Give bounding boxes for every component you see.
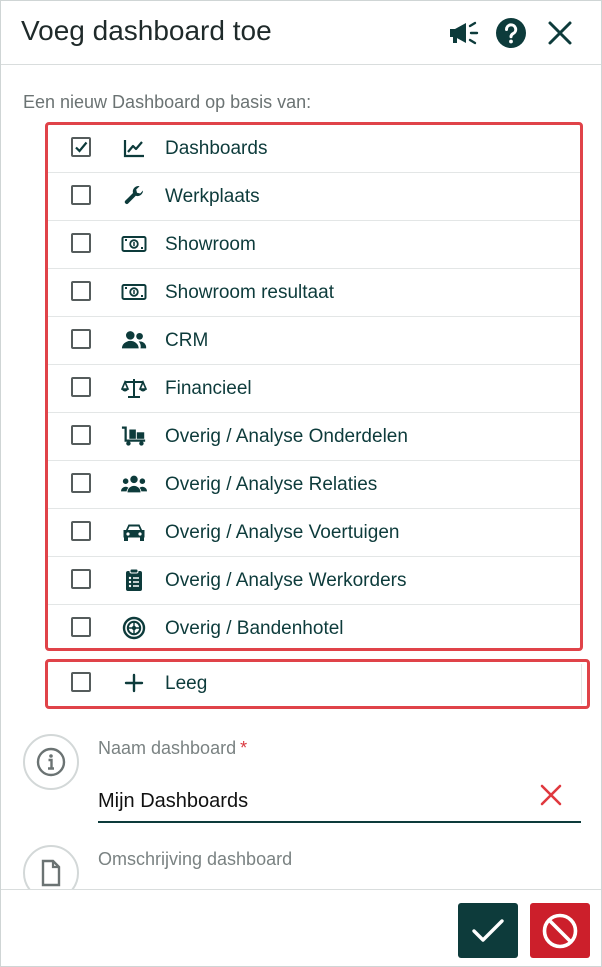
divider — [581, 664, 582, 704]
template-label: Overig / Analyse Relaties — [165, 474, 378, 495]
name-label-text: Naam dashboard — [98, 738, 237, 758]
confirm-button[interactable] — [458, 903, 518, 958]
template-label: Overig / Analyse Werkorders — [165, 570, 407, 591]
template-item-showroom[interactable]: Showroom — [48, 221, 580, 269]
template-item-leeg[interactable]: Leeg — [48, 662, 583, 706]
ban-icon — [542, 913, 578, 948]
template-item-dashboards[interactable]: Dashboards — [48, 125, 580, 173]
dialog-header: Voeg dashboard toe — [1, 1, 601, 65]
template-label: CRM — [165, 330, 209, 351]
dialog-footer — [1, 889, 601, 966]
intro-text: Een nieuw Dashboard op basis van: — [23, 92, 312, 112]
info-circle-icon — [23, 734, 79, 790]
empty-option-box: Leeg — [45, 659, 590, 709]
template-item-analyse-relaties[interactable]: Overig / Analyse Relaties — [48, 461, 580, 509]
template-list: Dashboards Werkplaats Showroom Showroom … — [45, 122, 583, 651]
checkbox[interactable] — [71, 672, 91, 692]
file-icon — [23, 845, 79, 889]
description-field-label: Omschrijving dashboard — [98, 849, 293, 869]
clipboard-list-icon — [121, 568, 147, 592]
checkmark-icon — [472, 918, 504, 942]
checkbox-checked[interactable] — [71, 137, 91, 157]
template-label: Financieel — [165, 378, 252, 399]
line-chart-icon — [121, 136, 147, 160]
name-field-label: Naam dashboard * — [98, 738, 247, 759]
users-icon — [121, 328, 147, 352]
template-item-werkplaats[interactable]: Werkplaats — [48, 173, 580, 221]
template-item-analyse-onderdelen[interactable]: Overig / Analyse Onderdelen — [48, 413, 580, 461]
checkbox[interactable] — [71, 377, 91, 397]
template-item-financieel[interactable]: Financieel — [48, 365, 580, 413]
template-label: Showroom resultaat — [165, 282, 334, 303]
dialog-title: Voeg dashboard toe — [21, 15, 272, 46]
dialog-content: Een nieuw Dashboard op basis van: Dashbo… — [1, 65, 601, 889]
user-group-icon — [121, 472, 147, 496]
car-icon — [121, 520, 147, 544]
checkbox[interactable] — [71, 185, 91, 205]
template-label: Dashboards — [165, 138, 268, 159]
wrench-icon — [121, 184, 147, 208]
balance-scale-icon — [121, 376, 147, 400]
tire-icon — [121, 616, 147, 640]
checkbox[interactable] — [71, 233, 91, 253]
checkbox[interactable] — [71, 473, 91, 493]
checkbox[interactable] — [71, 425, 91, 445]
close-icon[interactable] — [544, 17, 576, 49]
checkbox[interactable] — [71, 329, 91, 349]
checkbox[interactable] — [71, 569, 91, 589]
checkbox[interactable] — [71, 521, 91, 541]
template-label: Overig / Analyse Voertuigen — [165, 522, 400, 543]
template-label: Showroom — [165, 234, 256, 255]
template-item-analyse-voertuigen[interactable]: Overig / Analyse Voertuigen — [48, 509, 580, 557]
template-item-crm[interactable]: CRM — [48, 317, 580, 365]
help-icon[interactable] — [495, 17, 527, 49]
template-label: Leeg — [165, 673, 208, 694]
checkbox[interactable] — [71, 617, 91, 637]
plus-icon — [121, 671, 147, 695]
money-bill-icon — [121, 232, 147, 256]
megaphone-icon[interactable] — [447, 17, 479, 49]
template-label: Overig / Bandenhotel — [165, 618, 344, 639]
clear-x-icon[interactable] — [536, 781, 566, 809]
cancel-button[interactable] — [530, 903, 590, 958]
add-dashboard-dialog: Voeg dashboard toe Een nieuw Dashboard o… — [0, 0, 602, 967]
money-bill-icon — [121, 280, 147, 304]
dolly-icon — [121, 424, 147, 448]
template-label: Overig / Analyse Onderdelen — [165, 426, 408, 447]
checkbox[interactable] — [71, 281, 91, 301]
required-mark: * — [240, 738, 248, 758]
template-item-showroom-resultaat[interactable]: Showroom resultaat — [48, 269, 580, 317]
template-item-analyse-werkorders[interactable]: Overig / Analyse Werkorders — [48, 557, 580, 605]
template-label: Werkplaats — [165, 186, 260, 207]
dashboard-name-input[interactable] — [98, 781, 581, 823]
template-item-bandenhotel[interactable]: Overig / Bandenhotel — [48, 605, 580, 648]
